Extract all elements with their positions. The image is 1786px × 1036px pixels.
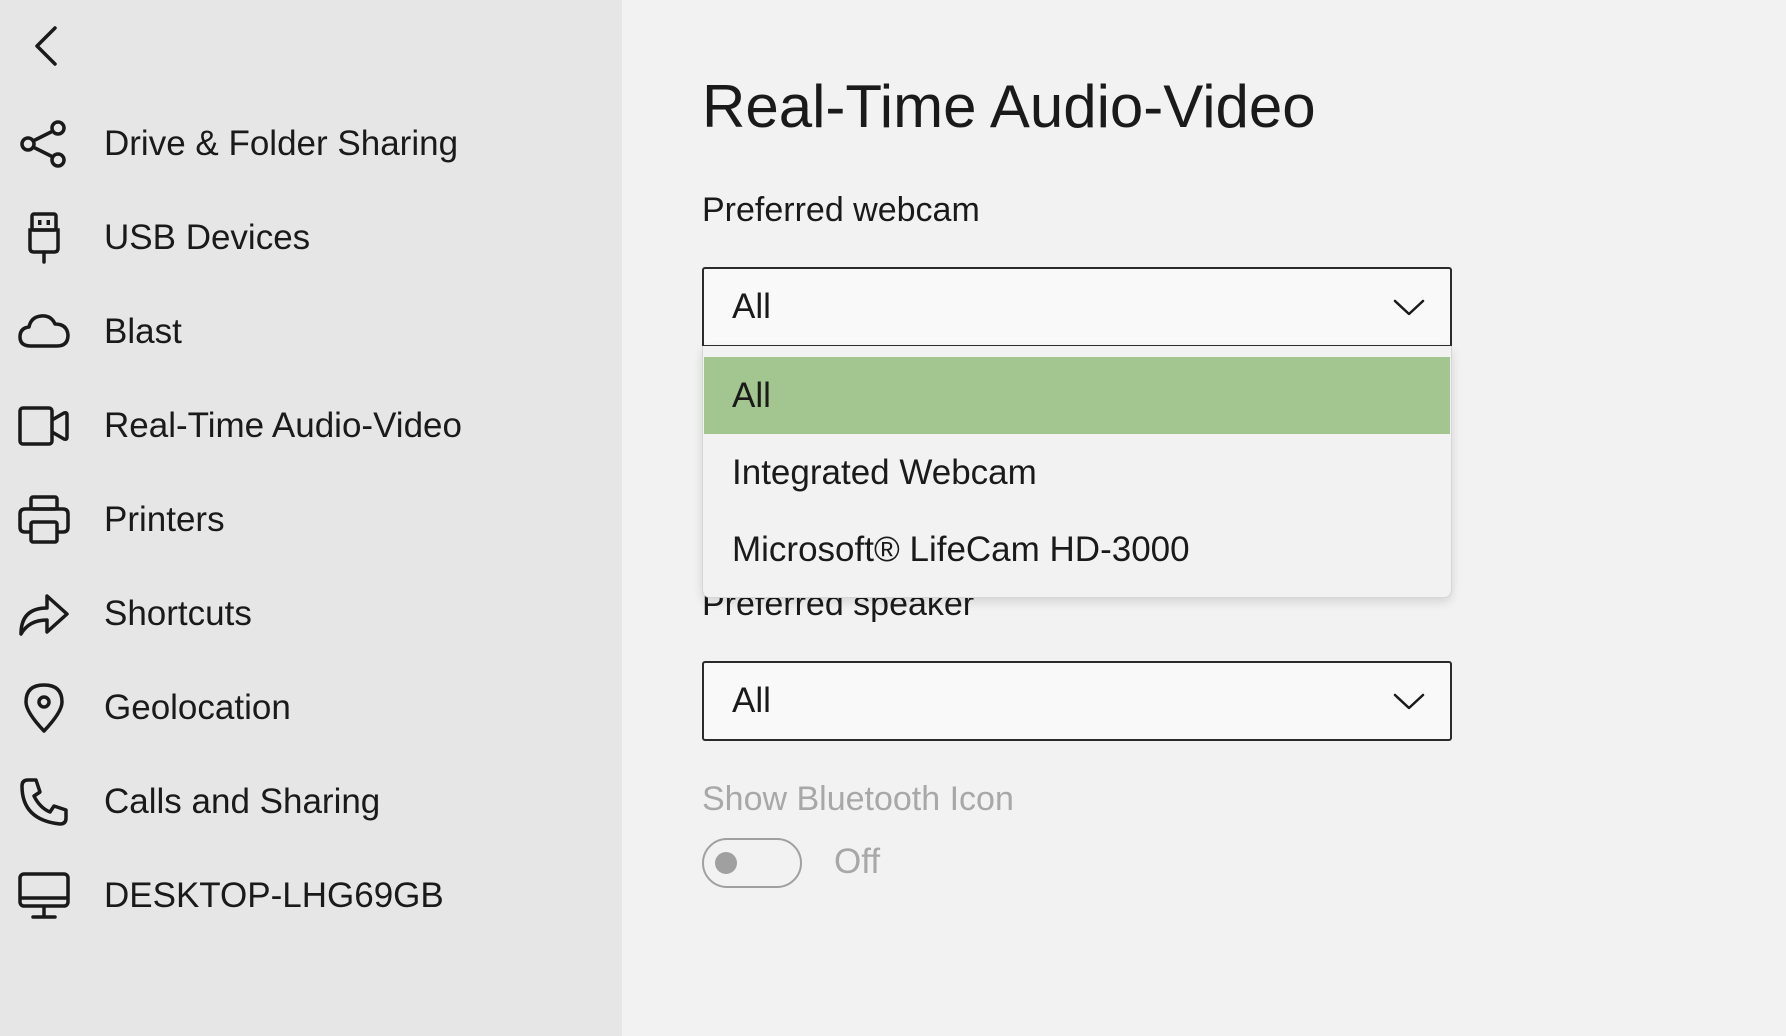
app-window: Drive & Folder Sharing USB Devices Blast… (0, 0, 1786, 1036)
sidebar-item-desktop[interactable]: DESKTOP-LHG69GB (0, 856, 622, 936)
speaker-select-value: All (732, 681, 771, 720)
dropdown-option-lifecam[interactable]: Microsoft® LifeCam HD-3000 (704, 511, 1450, 588)
share-icon (16, 116, 72, 172)
sidebar-item-label: Calls and Sharing (104, 782, 381, 821)
printer-icon (16, 492, 72, 548)
bluetooth-toggle-label: Show Bluetooth Icon (702, 780, 1014, 818)
usb-icon (16, 210, 72, 266)
sidebar-item-label: Printers (104, 500, 225, 539)
sidebar-item-label: Real-Time Audio-Video (104, 406, 462, 445)
cloud-icon (16, 304, 72, 360)
toggle-knob (715, 852, 737, 874)
sidebar-item-drive-folder-sharing[interactable]: Drive & Folder Sharing (0, 104, 622, 184)
sidebar-item-label: Drive & Folder Sharing (104, 124, 459, 163)
sidebar-item-label: DESKTOP-LHG69GB (104, 876, 444, 915)
webcam-select[interactable]: All (702, 267, 1452, 347)
dropdown-option-integrated-webcam[interactable]: Integrated Webcam (704, 434, 1450, 511)
webcam-select-value: All (732, 287, 771, 326)
bluetooth-toggle[interactable] (702, 838, 802, 888)
location-pin-icon (16, 680, 72, 736)
chevron-down-icon (1393, 693, 1425, 710)
sidebar-item-printers[interactable]: Printers (0, 480, 622, 560)
webcam-dropdown-list: All Integrated Webcam Microsoft® LifeCam… (702, 346, 1452, 598)
monitor-icon (16, 868, 72, 924)
sidebar-item-shortcuts[interactable]: Shortcuts (0, 574, 622, 654)
speaker-select[interactable]: All (702, 661, 1452, 741)
sidebar-item-blast[interactable]: Blast (0, 292, 622, 372)
sidebar-item-label: USB Devices (104, 218, 311, 257)
back-button[interactable] (18, 18, 74, 74)
chevron-left-icon (35, 26, 57, 66)
sidebar: Drive & Folder Sharing USB Devices Blast… (0, 0, 622, 1036)
sidebar-item-usb-devices[interactable]: USB Devices (0, 198, 622, 278)
main-panel: Real-Time Audio-Video Preferred webcam P… (622, 0, 1786, 1036)
sidebar-item-label: Geolocation (104, 688, 291, 727)
sidebar-item-label: Blast (104, 312, 182, 351)
page-title: Real-Time Audio-Video (702, 73, 1316, 140)
phone-icon (16, 774, 72, 830)
chevron-down-icon (1393, 299, 1425, 316)
sidebar-item-calls-and-sharing[interactable]: Calls and Sharing (0, 762, 622, 842)
dropdown-option-all[interactable]: All (704, 357, 1450, 434)
bluetooth-toggle-state: Off (834, 842, 881, 881)
share-arrow-icon (16, 586, 72, 642)
sidebar-item-label: Shortcuts (104, 594, 252, 633)
webcam-label: Preferred webcam (702, 191, 980, 229)
sidebar-item-real-time-audio-video[interactable]: Real-Time Audio-Video (0, 386, 622, 466)
video-camera-icon (16, 398, 72, 454)
sidebar-item-geolocation[interactable]: Geolocation (0, 668, 622, 748)
